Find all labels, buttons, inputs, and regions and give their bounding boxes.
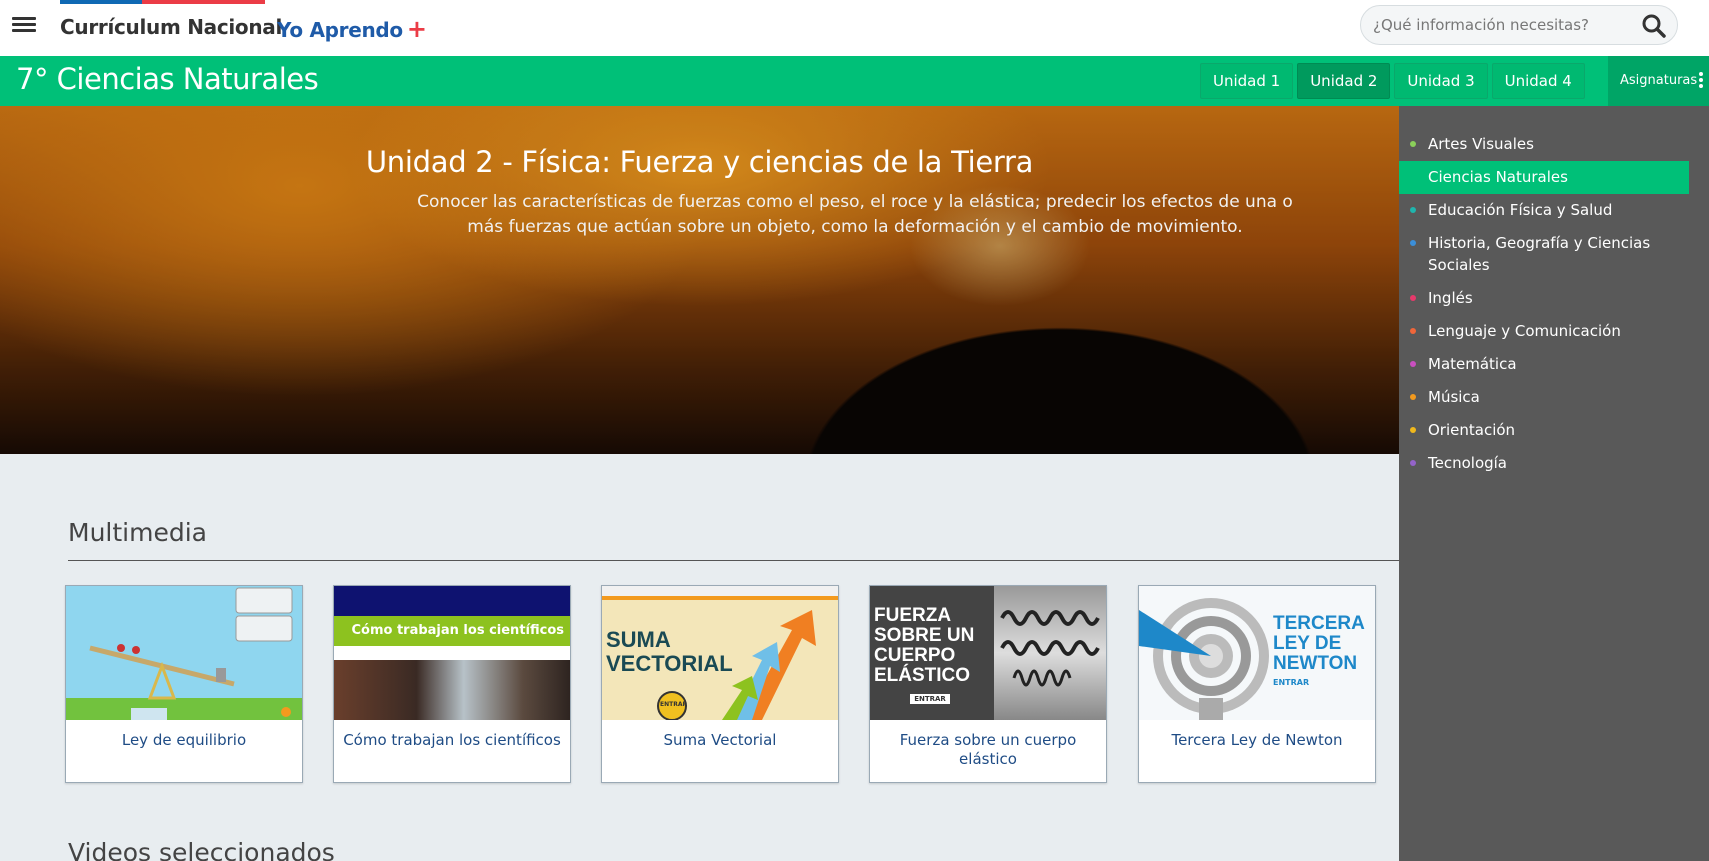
- subject-item[interactable]: Inglés: [1399, 282, 1689, 315]
- subject-item[interactable]: Ciencias Naturales: [1399, 161, 1689, 194]
- asignaturas-label: Asignaturas: [1620, 73, 1698, 88]
- subject-item[interactable]: Artes Visuales: [1399, 128, 1689, 161]
- subject-bullet-icon: [1410, 328, 1416, 334]
- card-label: Cómo trabajan los científicos: [343, 731, 561, 749]
- subject-bullet-icon: [1410, 427, 1416, 433]
- subject-bullet-icon: [1410, 394, 1416, 400]
- subject-label: Inglés: [1428, 289, 1473, 307]
- brand-yo-aprendo[interactable]: Yo Aprendo +: [277, 15, 427, 43]
- subject-item[interactable]: Lenguaje y Comunicación: [1399, 315, 1689, 348]
- subject-label: Tecnología: [1428, 454, 1507, 472]
- subject-bullet-icon: [1410, 174, 1416, 180]
- card-como-trabajan-los-cientificos[interactable]: Cómo trabajan los científicos Cómo traba…: [333, 585, 571, 783]
- subject-item[interactable]: Música: [1399, 381, 1689, 414]
- card-label: Tercera Ley de Newton: [1171, 731, 1343, 749]
- subject-label: Matemática: [1428, 355, 1517, 373]
- subject-label: Música: [1428, 388, 1480, 406]
- card-tercera-ley-de-newton[interactable]: TERCERA LEY DE NEWTON ENTRAR Tercera Ley…: [1138, 585, 1376, 783]
- subject-item[interactable]: Tecnología: [1399, 447, 1689, 480]
- brand-plus-mark: +: [406, 15, 427, 43]
- card-thumbnail: SUMA VECTORIAL ENTRAR: [602, 586, 838, 720]
- multimedia-title: Multimedia: [68, 518, 207, 547]
- search-input[interactable]: [1373, 14, 1633, 36]
- card-thumbnail: FUERZA SOBRE UN CUERPO ELÁSTICO ENTRAR: [870, 586, 1106, 720]
- thumb-button-text: ENTRAR: [660, 701, 688, 708]
- subject-bullet-icon: [1410, 207, 1416, 213]
- card-thumbnail: [66, 586, 302, 720]
- card-label: Ley de equilibrio: [121, 731, 247, 749]
- card-fuerza-sobre-un-cuerpo-elastico[interactable]: FUERZA SOBRE UN CUERPO ELÁSTICO ENTRAR F…: [869, 585, 1107, 783]
- section-divider: [68, 560, 1399, 561]
- card-ley-de-equilibrio[interactable]: Ley de equilibrio: [65, 585, 303, 783]
- subjects-list: Artes Visuales Ciencias Naturales Educació…: [1399, 106, 1709, 480]
- course-title: 7° Ciencias Naturales: [16, 62, 319, 96]
- top-header: Currículum Nacional Yo Aprendo +: [0, 0, 1709, 56]
- subject-item[interactable]: Orientación: [1399, 414, 1689, 447]
- subject-bullet-icon: [1410, 240, 1416, 246]
- card-label: Suma Vectorial: [663, 731, 777, 749]
- subject-bullet-icon: [1410, 361, 1416, 367]
- subject-label: Ciencias Naturales: [1428, 168, 1568, 186]
- subject-bullet-icon: [1410, 295, 1416, 301]
- subject-bullet-icon: [1410, 141, 1416, 147]
- brand-curriculum-nacional[interactable]: Currículum Nacional: [60, 15, 282, 39]
- card-thumbnail: Cómo trabajan los científicos: [334, 586, 570, 720]
- kebab-menu-icon: [1699, 72, 1703, 90]
- search-box: [1360, 5, 1678, 45]
- course-bar: 7° Ciencias Naturales Unidad 1 Unidad 2 …: [0, 56, 1709, 106]
- subject-label: Historia, Geografía y Ciencias Sociales: [1428, 234, 1651, 274]
- hamburger-menu-icon[interactable]: [12, 14, 36, 36]
- brand-yo-aprendo-text: Yo Aprendo: [277, 18, 403, 42]
- thumb-text: Cómo trabajan los científicos: [351, 623, 564, 638]
- subject-item[interactable]: Educación Física y Salud: [1399, 194, 1689, 227]
- tab-unidad-1[interactable]: Unidad 1: [1200, 63, 1294, 99]
- asignaturas-button[interactable]: Asignaturas: [1608, 56, 1709, 106]
- tab-unidad-3[interactable]: Unidad 3: [1394, 63, 1488, 99]
- thumb-text: TERCERA LEY DE NEWTON: [1273, 613, 1365, 674]
- unit-tabs: Unidad 1 Unidad 2 Unidad 3 Unidad 4: [1200, 63, 1585, 99]
- card-thumbnail: TERCERA LEY DE NEWTON ENTRAR: [1139, 586, 1375, 720]
- tab-unidad-4[interactable]: Unidad 4: [1491, 63, 1585, 99]
- subjects-menu: Artes Visuales Ciencias Naturales Educació…: [1399, 106, 1709, 861]
- subject-item[interactable]: Matemática: [1399, 348, 1689, 381]
- videos-title: Videos seleccionados: [68, 838, 335, 861]
- subject-label: Artes Visuales: [1428, 135, 1534, 153]
- flag-strip: [60, 0, 265, 4]
- card-suma-vectorial[interactable]: SUMA VECTORIAL ENTRAR Suma Vectorial: [601, 585, 839, 783]
- thumb-text: FUERZA SOBRE UN CUERPO ELÁSTICO: [874, 605, 975, 686]
- hero-title: Unidad 2 - Física: Fuerza y ciencias de …: [365, 145, 1034, 179]
- hero-description: Conocer las características de fuerzas c…: [417, 192, 1293, 237]
- tab-unidad-2[interactable]: Unidad 2: [1297, 63, 1391, 99]
- subject-label: Lenguaje y Comunicación: [1428, 322, 1621, 340]
- subject-label: Educación Física y Salud: [1428, 201, 1613, 219]
- subject-label: Orientación: [1428, 421, 1516, 439]
- thumb-button-text: ENTRAR: [1273, 678, 1310, 687]
- search-icon[interactable]: [1641, 13, 1667, 39]
- thumb-text: SUMA VECTORIAL: [606, 627, 733, 676]
- card-label: Fuerza sobre un cuerpo elástico: [899, 731, 1077, 768]
- subject-item[interactable]: Historia, Geografía y Ciencias Sociales: [1399, 227, 1689, 282]
- subject-bullet-icon: [1410, 460, 1416, 466]
- thumb-button-text: ENTRAR: [910, 694, 950, 704]
